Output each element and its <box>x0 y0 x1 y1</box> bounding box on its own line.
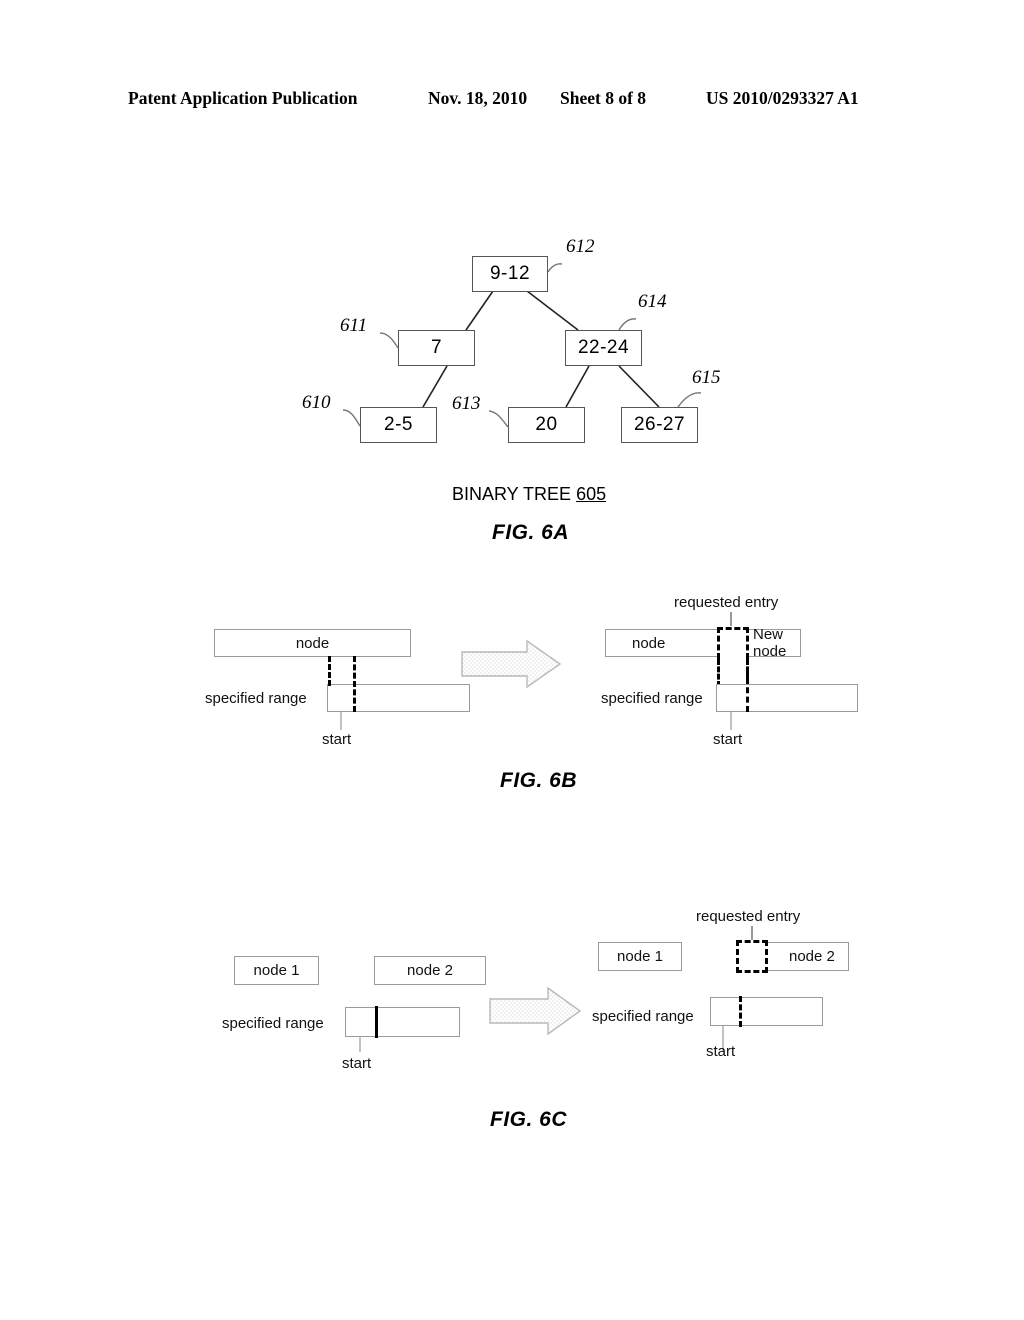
fig6c-before-specified-range-label: specified range <box>222 1015 324 1032</box>
tree-node-right-leaf-first[interactable]: 20 <box>508 407 585 443</box>
fig6b-after-requested-entry-slot-bottom[interactable] <box>717 659 749 687</box>
fig6b-transition-arrow <box>461 639 562 689</box>
publication-header: Patent Application Publication Nov. 18, … <box>0 88 1024 114</box>
reference-numeral-612: 612 <box>566 236 595 257</box>
fig6b-after-new-node-label: New node <box>753 626 787 660</box>
binary-tree-label-ref: 605 <box>576 484 607 504</box>
fig6c-after-requested-entry-slot[interactable] <box>736 940 768 973</box>
binary-tree-label-text: BINARY TREE <box>452 484 577 504</box>
fig6b-after-specified-range-label: specified range <box>601 690 703 707</box>
fig6b-after-requested-entry-slot-top[interactable] <box>717 627 749 659</box>
fig6c-after-requested-entry-label: requested entry <box>696 908 801 925</box>
header-publication-title: Patent Application Publication <box>128 88 358 108</box>
fig6b-before-specified-range-label: specified range <box>205 690 307 707</box>
fig6b-after-requested-entry-label: requested entry <box>674 594 779 611</box>
fig6b-before-boundary-line-right <box>353 656 356 712</box>
fig6c-after-start-label: start <box>706 1043 736 1060</box>
tree-node-left[interactable]: 7 <box>398 330 475 366</box>
fig6c-after-node1-box[interactable]: node 1 <box>598 942 682 971</box>
tree-node-left-leaf[interactable]: 2-5 <box>360 407 437 443</box>
figure-caption-6c: FIG. 6C <box>490 1108 568 1131</box>
patent-drawing-page: Patent Application Publication Nov. 18, … <box>0 0 1024 1320</box>
reference-numeral-611: 611 <box>340 315 368 336</box>
tree-node-right-leaf-second[interactable]: 26-27 <box>621 407 698 443</box>
fig6b-before-specified-range-bar[interactable] <box>327 684 470 712</box>
reference-numeral-615: 615 <box>692 367 721 388</box>
fig6b-before-boundary-line-left <box>328 656 331 686</box>
fig6c-after-specified-range-bar[interactable] <box>710 997 823 1026</box>
fig6c-after-boundary-line <box>739 996 742 1027</box>
fig6c-before-node2-label: node 2 <box>407 962 453 979</box>
figure-caption-6a: FIG. 6A <box>492 521 570 544</box>
fig6c-before-specified-range-bar[interactable] <box>345 1007 460 1037</box>
reference-numeral-614: 614 <box>638 291 667 312</box>
header-patent-number: US 2010/0293327 A1 <box>706 88 859 108</box>
fig6b-after-specified-range-bar[interactable] <box>716 684 858 712</box>
fig6c-before-start-label: start <box>342 1055 372 1072</box>
fig6c-after-node2-label: node 2 <box>789 948 835 965</box>
fig6b-after-node-label: node <box>632 634 666 652</box>
fig6c-after-specified-range-label: specified range <box>592 1008 694 1025</box>
tree-node-root[interactable]: 9-12 <box>472 256 548 292</box>
figure-caption-6b: FIG. 6B <box>500 769 578 792</box>
reference-numeral-613: 613 <box>452 393 481 414</box>
header-sheet-number: Sheet 8 of 8 <box>560 88 647 108</box>
fig6b-after-start-label: start <box>713 731 743 748</box>
reference-numeral-610: 610 <box>302 392 331 413</box>
fig6c-before-boundary-line <box>375 1006 378 1038</box>
fig6c-before-node1-box[interactable]: node 1 <box>234 956 319 985</box>
fig6c-before-node2-box[interactable]: node 2 <box>374 956 486 985</box>
fig6c-before-node1-label: node 1 <box>253 962 300 979</box>
fig6c-after-node1-label: node 1 <box>617 948 663 965</box>
fig6b-before-start-label: start <box>322 731 352 748</box>
fig6b-before-node-label: node <box>295 634 330 652</box>
fig6c-transition-arrow <box>489 986 582 1036</box>
fig6b-before-node-box[interactable]: node <box>214 629 411 657</box>
fig6b-after-node-row: node New node <box>605 626 801 660</box>
tree-node-right[interactable]: 22-24 <box>565 330 642 366</box>
fig6b-after-boundary-line <box>746 659 749 712</box>
binary-tree-label: BINARY TREE 605 <box>452 484 606 505</box>
header-publication-date: Nov. 18, 2010 <box>428 88 528 108</box>
